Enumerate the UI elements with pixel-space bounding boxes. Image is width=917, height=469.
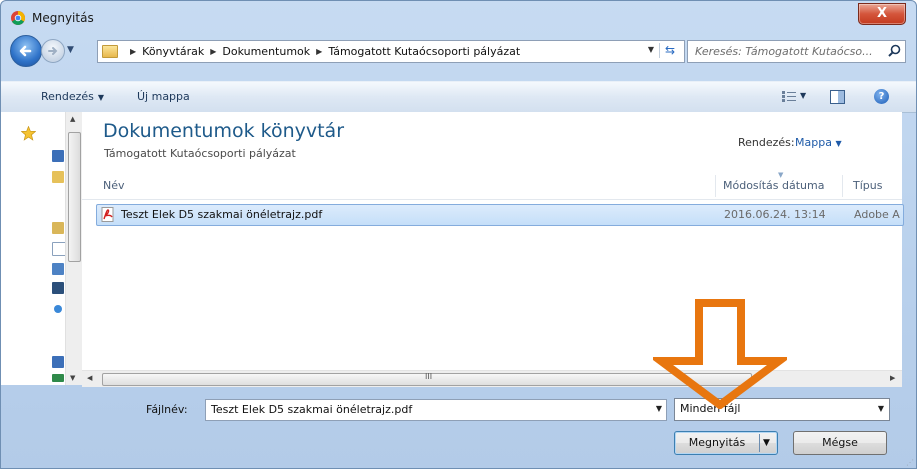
search-input[interactable]: Keresés: Támogatott Kutaócso...	[687, 40, 906, 63]
navigation-scroll-thumb[interactable]	[68, 132, 81, 262]
open-options-dropdown[interactable]: ▼	[763, 432, 770, 454]
preview-pane-icon[interactable]	[830, 90, 845, 104]
file-type: Adobe A	[854, 208, 900, 221]
column-divider[interactable]	[842, 175, 843, 197]
column-header-type[interactable]: Típus	[853, 179, 882, 192]
videos-icon[interactable]	[52, 282, 64, 294]
breadcrumb-chevron-icon[interactable]: ▶	[130, 47, 136, 56]
open-file-dialog: Megnyitás X ▼ ▶ Könyvtárak ▶ Dokumentumo…	[0, 0, 917, 469]
view-dropdown[interactable]: ▼	[800, 91, 806, 100]
sort-indicator-icon: ▼	[778, 171, 784, 179]
library-title: Dokumentumok könyvtár	[103, 120, 345, 142]
open-button-label: Megnyitás	[688, 436, 746, 449]
address-history-dropdown[interactable]: ▼	[648, 45, 654, 54]
breadcrumb-chevron-icon[interactable]: ▶	[210, 47, 216, 56]
pdf-icon	[101, 207, 114, 222]
pictures-icon[interactable]	[52, 263, 64, 275]
scroll-right-icon[interactable]: ▶	[890, 374, 895, 382]
chevron-down-icon: ▼	[835, 139, 842, 148]
scroll-left-icon[interactable]: ◀	[87, 374, 92, 382]
chrome-icon	[11, 11, 25, 25]
split-divider	[759, 434, 760, 452]
close-icon: X	[876, 6, 888, 21]
organize-label: Rendezés	[41, 90, 94, 103]
homegroup-icon[interactable]	[52, 356, 64, 368]
chevron-down-icon: ▼	[877, 404, 884, 413]
column-divider[interactable]	[715, 175, 716, 197]
breadcrumb-documents[interactable]: Dokumentumok	[222, 45, 310, 58]
arrange-by-dropdown[interactable]: Mappa ▼	[795, 136, 842, 149]
scroll-up-icon[interactable]: ▲	[70, 115, 75, 123]
resize-grip-icon[interactable]: ⋰	[906, 458, 914, 467]
documents-icon[interactable]	[52, 242, 66, 256]
music-icon[interactable]	[54, 305, 62, 313]
column-header-name[interactable]: Név	[103, 179, 125, 192]
forward-icon	[48, 47, 58, 55]
scroll-grip-icon: III	[425, 372, 433, 381]
arrange-by-value: Mappa	[795, 136, 832, 149]
view-icon[interactable]	[782, 91, 796, 102]
cancel-button[interactable]: Mégse	[793, 431, 887, 455]
forward-button[interactable]	[41, 39, 65, 63]
open-button[interactable]: Megnyitás ▼	[674, 431, 778, 455]
filename-label: Fájlnév:	[146, 403, 188, 416]
search-placeholder: Keresés: Támogatott Kutaócso...	[695, 45, 873, 58]
breadcrumb-libraries[interactable]: Könyvtárak	[142, 45, 204, 58]
filename-input[interactable]: Teszt Elek D5 szakmai önéletrajz.pdf ▼	[205, 399, 667, 421]
favorites-star-icon[interactable]	[21, 126, 36, 141]
column-header-row: Név ▼ Módosítás dátuma Típus	[82, 171, 902, 200]
scroll-down-icon[interactable]: ▼	[70, 374, 75, 382]
file-modified-date: 2016.06.24. 13:14	[724, 208, 826, 221]
arrange-by-label: Rendezés:	[738, 136, 795, 149]
filename-value: Teszt Elek D5 szakmai önéletrajz.pdf	[211, 403, 413, 416]
libraries-icon[interactable]	[52, 222, 64, 234]
computer-icon[interactable]	[52, 374, 64, 382]
title-bar: Megnyitás X	[1, 1, 916, 35]
address-bar[interactable]: ▶ Könyvtárak ▶ Dokumentumok ▶ Támogatott…	[97, 40, 685, 63]
chevron-down-icon: ▼	[97, 93, 105, 102]
organize-menu[interactable]: Rendezés ▼	[41, 90, 104, 103]
help-icon[interactable]: ?	[874, 89, 889, 104]
back-icon	[19, 45, 32, 57]
new-folder-button[interactable]: Új mappa	[137, 90, 190, 103]
navigation-bar: ▼ ▶ Könyvtárak ▶ Dokumentumok ▶ Támogato…	[1, 35, 916, 75]
file-row-selected[interactable]: Teszt Elek D5 szakmai önéletrajz.pdf 201…	[96, 204, 904, 226]
close-button[interactable]: X	[858, 3, 906, 25]
refresh-icon: ⇆	[664, 43, 676, 57]
column-header-modified[interactable]: Módosítás dátuma	[723, 179, 824, 192]
library-subtitle: Támogatott Kutaócsoporti pályázat	[104, 147, 296, 160]
search-icon[interactable]	[888, 44, 901, 57]
library-folder-icon	[102, 45, 118, 58]
recent-pages-dropdown[interactable]: ▼	[67, 45, 74, 55]
file-name: Teszt Elek D5 szakmai önéletrajz.pdf	[121, 208, 323, 221]
refresh-button[interactable]: ⇆	[659, 43, 680, 58]
window-title: Megnyitás	[32, 11, 94, 25]
command-bar: Rendezés ▼ Új mappa ▼ ?	[1, 81, 916, 113]
down-arrow-annotation-icon	[653, 299, 787, 409]
breadcrumb-current-folder[interactable]: Támogatott Kutaócsoporti pályázat	[328, 45, 520, 58]
breadcrumb-chevron-icon[interactable]: ▶	[316, 47, 322, 56]
downloads-icon[interactable]	[52, 171, 64, 183]
back-button[interactable]	[10, 35, 42, 67]
desktop-icon[interactable]	[52, 150, 64, 162]
